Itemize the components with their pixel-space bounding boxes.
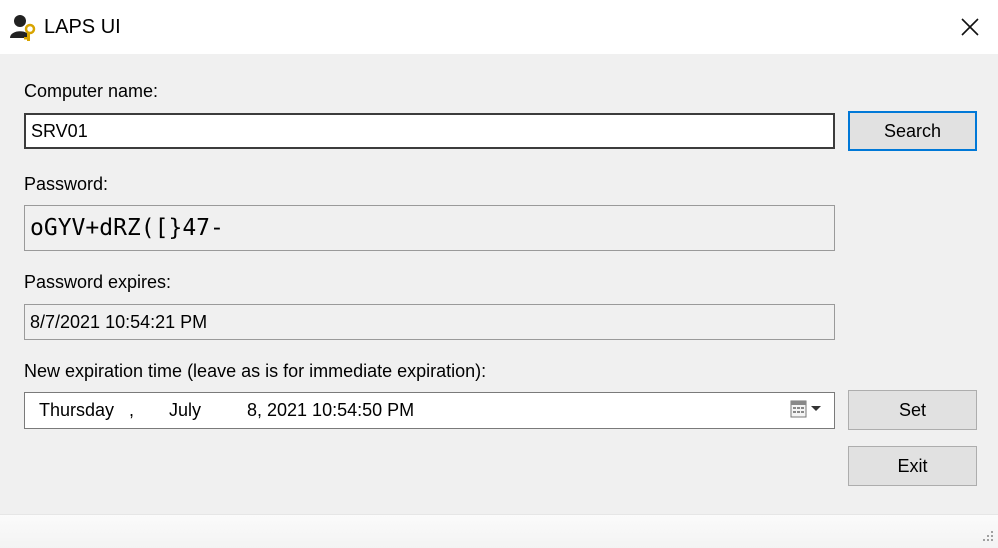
new-expiration-datetime-picker[interactable]: Thursday , July 8, 2021 10:54:50 PM xyxy=(24,392,835,429)
laps-user-key-icon xyxy=(10,15,36,41)
close-button[interactable] xyxy=(942,0,998,54)
resize-grip-icon[interactable] xyxy=(980,528,994,542)
computer-name-input[interactable]: SRV01 xyxy=(24,113,835,149)
window-title: LAPS UI xyxy=(44,16,121,38)
set-button[interactable]: Set xyxy=(848,390,977,430)
exit-button[interactable]: Exit xyxy=(848,446,977,486)
password-value: oGYV+dRZ([}47- xyxy=(30,215,224,241)
password-expires-field[interactable]: 8/7/2021 10:54:21 PM xyxy=(24,304,835,340)
search-button[interactable]: Search xyxy=(848,111,977,151)
password-label: Password: xyxy=(24,174,109,194)
status-bar xyxy=(0,514,998,548)
close-icon xyxy=(961,18,979,36)
dtp-weekday[interactable]: Thursday xyxy=(39,393,114,428)
password-field[interactable]: oGYV+dRZ([}47- xyxy=(24,205,835,251)
computer-name-value: SRV01 xyxy=(31,120,88,141)
calendar-dropdown-icon xyxy=(790,400,821,418)
calendar-dropdown-button[interactable] xyxy=(786,396,832,422)
title-bar: LAPS UI xyxy=(0,0,998,54)
new-expiration-label: New expiration time (leave as is for imm… xyxy=(24,361,487,381)
computer-name-label: Computer name: xyxy=(24,81,159,101)
password-expires-value: 8/7/2021 10:54:21 PM xyxy=(30,311,208,332)
password-expires-label: Password expires: xyxy=(24,272,172,292)
dtp-separator: , xyxy=(129,400,135,420)
form-client-area: Computer name: SRV01 Search Password: oG… xyxy=(0,54,998,514)
dtp-date-time[interactable]: 8, 2021 10:54:50 PM xyxy=(247,393,414,428)
dtp-month[interactable]: July xyxy=(169,393,201,428)
